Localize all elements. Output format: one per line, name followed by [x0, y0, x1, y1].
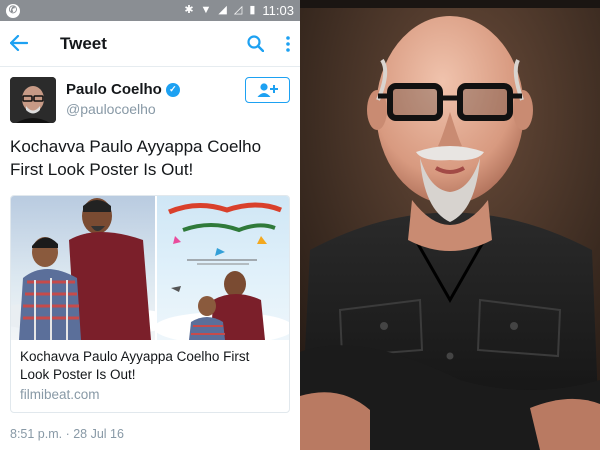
status-icons: ✱ ▼ ◢ ◿ ▮ 11:03 [184, 3, 294, 18]
verified-badge-icon: ✓ [165, 82, 180, 97]
battery-icon: ▮ [249, 4, 256, 16]
twitter-screenshot: ✆ ✱ ▼ ◢ ◿ ▮ 11:03 Tweet Paulo Coelho ✓ @… [0, 0, 300, 450]
author-display-name: Paulo Coelho [66, 81, 162, 98]
card-domain: filmibeat.com [20, 387, 100, 402]
card-media [11, 196, 289, 340]
card-image-left [11, 196, 155, 340]
composite-image: ✆ ✱ ▼ ◢ ◿ ▮ 11:03 Tweet Paulo Coelho ✓ @… [0, 0, 600, 450]
bluetooth-icon: ✱ [184, 4, 194, 16]
signal-icon: ◢ [218, 4, 227, 16]
tweet-author: Paulo Coelho ✓ @paulocoelho [10, 77, 290, 123]
more-vertical-icon[interactable] [286, 35, 290, 52]
search-icon[interactable] [247, 35, 264, 52]
link-card[interactable]: Kochavva Paulo Ayyappa Coelho First Look… [10, 195, 290, 413]
card-image-right [155, 196, 289, 340]
app-bar: Tweet [0, 21, 300, 67]
tweet-text: Kochavva Paulo Ayyappa Coelho First Look… [10, 137, 262, 179]
card-title: Kochavva Paulo Ayyappa Coelho First Look… [20, 349, 250, 382]
avatar[interactable] [10, 77, 56, 123]
status-time: 11:03 [262, 3, 294, 18]
author-handle: @paulocoelho [66, 101, 156, 117]
author-name-row[interactable]: Paulo Coelho ✓ [66, 81, 180, 98]
wifi-icon: ▼ [200, 4, 212, 16]
add-user-icon [257, 83, 278, 97]
back-arrow-icon[interactable] [9, 31, 44, 57]
page-title: Tweet [60, 33, 107, 53]
whatsapp-icon: ✆ [6, 3, 20, 18]
status-bar: ✆ ✱ ▼ ◢ ◿ ▮ 11:03 [0, 0, 300, 21]
follow-button[interactable] [245, 77, 290, 103]
tweet: Paulo Coelho ✓ @paulocoelho Kochavva Pau… [0, 67, 300, 450]
signal-empty-icon: ◿ [233, 4, 243, 16]
tweet-timestamp: 8:51 p.m. · 28 Jul 16 [10, 427, 290, 450]
portrait-photo [300, 0, 600, 450]
